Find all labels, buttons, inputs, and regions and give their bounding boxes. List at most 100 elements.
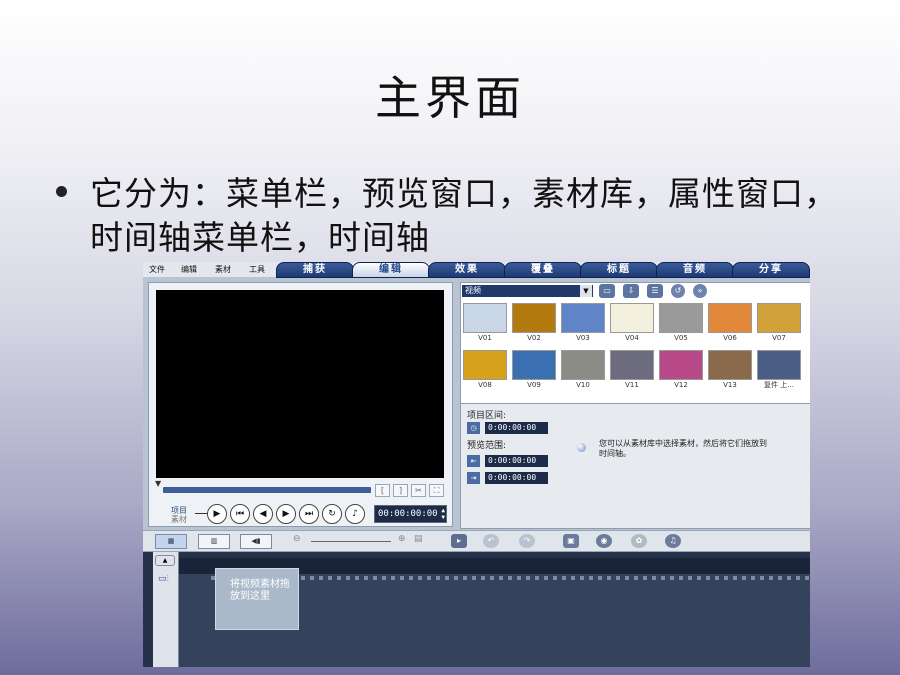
mark-in-button[interactable]: [: [375, 484, 390, 497]
scrub-knob-icon[interactable]: ▼: [155, 479, 161, 488]
thumbnail-image: [757, 303, 801, 333]
end-icon[interactable]: ⏭: [299, 504, 319, 524]
library-thumbnail[interactable]: V11: [610, 350, 654, 391]
menu-edit[interactable]: 编辑: [181, 264, 197, 275]
prev-frame-icon[interactable]: ◀: [253, 504, 273, 524]
fit-icon[interactable]: ▤: [414, 534, 423, 544]
menu-file[interactable]: 文件: [149, 264, 165, 275]
folder-icon[interactable]: ▭: [599, 284, 615, 298]
redo-icon[interactable]: ↷: [519, 534, 535, 548]
library-thumbnail[interactable]: V01: [463, 303, 507, 344]
thumbnail-image: [659, 350, 703, 380]
range-start-field[interactable]: 0:00:00:00: [485, 455, 548, 467]
library-thumbnail[interactable]: V05: [659, 303, 703, 344]
tab-capture[interactable]: 捕获: [276, 262, 354, 278]
timeline-toolbar: ▦ ▥ ◀▮ ⊖ ⊕ ▤ ▸ ↶ ↷ ▣ ◉ ✿ ♫: [143, 530, 810, 552]
step-tabs: 捕获 编辑 效果 覆叠 标题 音频 分享: [276, 262, 810, 278]
range-end-icon[interactable]: ⇥: [467, 472, 480, 484]
hint-bulb-icon: [577, 443, 586, 452]
range-end-field[interactable]: 0:00:00:00: [485, 472, 548, 484]
tab-audio[interactable]: 音频: [656, 262, 734, 278]
project-duration-field[interactable]: 0:00:00:00: [485, 422, 548, 434]
preview-screen: [156, 290, 444, 478]
auto-music-icon[interactable]: ♫: [665, 534, 681, 548]
scissors-icon[interactable]: ✂: [411, 484, 426, 497]
scroll-up-icon[interactable]: ▲: [155, 555, 175, 566]
repeat-icon[interactable]: ↻: [322, 504, 342, 524]
zoom-out-icon[interactable]: ⊖: [293, 534, 301, 544]
timeline-view-icon[interactable]: ▥: [198, 534, 230, 549]
drop-zone[interactable]: 将视频素材拖放到这里: [215, 568, 299, 630]
library-thumbnail[interactable]: V04: [610, 303, 654, 344]
thumbnail-label: V07: [772, 334, 786, 342]
scrub-bar[interactable]: [163, 487, 371, 493]
clock-icon: ◷: [467, 422, 480, 434]
menu-clip[interactable]: 素材: [215, 264, 231, 275]
video-track-icon[interactable]: ▭⫶: [158, 574, 169, 584]
enlarge-icon[interactable]: ⛶: [429, 484, 444, 497]
library-thumbnail[interactable]: V09: [512, 350, 556, 391]
undo-icon[interactable]: ↶: [483, 534, 499, 548]
chevron-down-icon[interactable]: ▼: [580, 285, 592, 297]
thumbnail-label: V12: [674, 381, 688, 389]
timecode-field[interactable]: 00:00:00:00 ▲ ▼: [374, 505, 447, 523]
storyboard-view-icon[interactable]: ▦: [155, 534, 187, 549]
tab-overlay[interactable]: 覆叠: [504, 262, 582, 278]
mixer-icon[interactable]: ✿: [631, 534, 647, 548]
library-thumbnail[interactable]: V13: [708, 350, 752, 391]
slide-title: 主界面: [375, 71, 525, 125]
library-thumbnail[interactable]: V06: [708, 303, 752, 344]
record-icon[interactable]: ◉: [596, 534, 612, 548]
range-start-icon[interactable]: ⇤: [467, 455, 480, 467]
thumbnail-label: V05: [674, 334, 688, 342]
tab-title[interactable]: 标题: [580, 262, 658, 278]
thumbnail-image: [708, 303, 752, 333]
library-thumbnail[interactable]: 复件 上...: [757, 350, 801, 391]
thumbnail-image: [561, 303, 605, 333]
library-thumbnail[interactable]: V02: [512, 303, 556, 344]
volume-icon[interactable]: ♪: [345, 504, 365, 524]
play-icon[interactable]: ▶: [207, 504, 227, 524]
bullet-text: 它分为：菜单栏，预览窗口，素材库，属性窗口，时间轴菜单栏，时间轴: [90, 174, 838, 257]
thumbnail-label: V13: [723, 381, 737, 389]
mode-clip[interactable]: 素材: [171, 514, 187, 525]
library-options-icon[interactable]: ☰: [647, 284, 663, 298]
library-thumbnail[interactable]: V10: [561, 350, 605, 391]
thumbnail-image: [512, 303, 556, 333]
insert-media-icon[interactable]: ▸: [451, 534, 467, 548]
convert-icon[interactable]: ↺: [671, 284, 685, 298]
thumbnail-label: V02: [527, 334, 541, 342]
tab-edit[interactable]: 编辑: [352, 262, 430, 278]
thumbnail-image: [561, 350, 605, 380]
expand-icon[interactable]: »: [693, 284, 707, 298]
library-thumbnail[interactable]: V12: [659, 350, 703, 391]
smart-proxy-icon[interactable]: ▣: [563, 534, 579, 548]
menu-tools[interactable]: 工具: [249, 264, 265, 275]
thumbnail-label: V04: [625, 334, 639, 342]
zoom-in-icon[interactable]: ⊕: [398, 534, 406, 544]
audio-view-icon[interactable]: ◀▮: [240, 534, 272, 549]
library-thumbnail[interactable]: V03: [561, 303, 605, 344]
thumbnail-label: V06: [723, 334, 737, 342]
thumbnail-image: [610, 303, 654, 333]
thumbnail-label: V03: [576, 334, 590, 342]
library-thumbnail[interactable]: V08: [463, 350, 507, 391]
import-icon[interactable]: ⇩: [623, 284, 639, 298]
library-thumbnail[interactable]: V07: [757, 303, 801, 344]
thumbnail-image: [757, 350, 801, 380]
tab-share[interactable]: 分享: [732, 262, 810, 278]
project-duration-label: 项目区间:: [467, 411, 507, 421]
library-category-select[interactable]: 视频: [462, 285, 593, 297]
preview-panel: ▼ [ ] ✂ ⛶ 项目 素材 ▶ ⏮ ◀ ▶ ⏭ ↻ ♪ 00:00:00:0…: [148, 282, 453, 527]
menu-bar: 文件 编辑 素材 工具 捕获 编辑 效果 覆叠 标题 音频 分享: [143, 262, 810, 278]
next-frame-icon[interactable]: ▶: [276, 504, 296, 524]
thumbnail-label: V08: [478, 381, 492, 389]
thumbnail-image: [463, 350, 507, 380]
playback-controls: ▶ ⏮ ◀ ▶ ⏭ ↻ ♪: [207, 504, 365, 524]
tab-effect[interactable]: 效果: [428, 262, 506, 278]
home-icon[interactable]: ⏮: [230, 504, 250, 524]
mark-out-button[interactable]: ]: [393, 484, 408, 497]
zoom-slider[interactable]: [311, 541, 391, 542]
timecode-spinner-icon[interactable]: ▲ ▼: [441, 507, 445, 521]
thumbnail-label: V01: [478, 334, 492, 342]
